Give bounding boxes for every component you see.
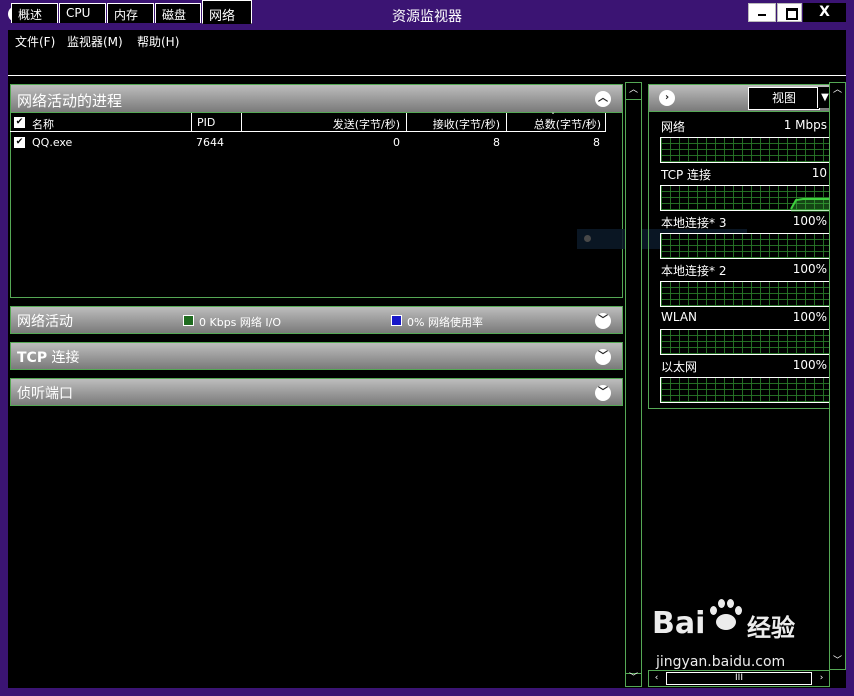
wlan-graph bbox=[660, 329, 830, 355]
process-receive: 8 bbox=[493, 136, 500, 149]
graph-label: 本地连接* 2 bbox=[661, 264, 727, 278]
ghost-dot-icon bbox=[584, 235, 591, 242]
menu-help[interactable]: 帮助(H) bbox=[137, 33, 179, 50]
maximize-button[interactable] bbox=[777, 3, 802, 22]
expand-icon[interactable]: ﹀ bbox=[595, 313, 611, 329]
table-row[interactable]: ✔ QQ.exe 7644 0 8 8 bbox=[10, 135, 610, 151]
menu-file[interactable]: 文件(F) bbox=[15, 33, 55, 50]
menu-bar: 文件(F) 监视器(M) 帮助(H) bbox=[8, 30, 846, 50]
tab-overview[interactable]: 概述 bbox=[11, 3, 58, 23]
legend-usage-text: 0% 网络使用率 bbox=[407, 316, 483, 329]
close-button[interactable]: X bbox=[803, 3, 846, 22]
scroll-up-icon[interactable]: ︿ bbox=[830, 83, 845, 98]
listening-ports-title: 侦听端口 bbox=[17, 386, 73, 402]
tab-network[interactable]: 网络 bbox=[202, 0, 252, 24]
process-send: 0 bbox=[393, 136, 400, 149]
graphs-scrollbar[interactable]: ︿ ﹀ bbox=[829, 82, 846, 670]
legend-usage-swatch bbox=[391, 315, 402, 326]
minimize-button[interactable] bbox=[748, 3, 776, 22]
paw-icon bbox=[707, 598, 742, 632]
process-total: 8 bbox=[593, 136, 600, 149]
expand-icon[interactable]: ﹀ bbox=[595, 385, 611, 401]
local-connection-2-graph bbox=[660, 281, 830, 307]
column-total[interactable]: 总数(字节/秒) bbox=[506, 113, 606, 132]
network-activity-title: 网络活动 bbox=[17, 314, 73, 330]
row-checkbox[interactable]: ✔ bbox=[14, 137, 25, 148]
watermark-brand-left: Bai bbox=[652, 606, 706, 641]
tcp-title-bold: TCP bbox=[17, 350, 48, 366]
local-connection-3-graph bbox=[660, 233, 830, 259]
menu-monitor[interactable]: 监视器(M) bbox=[67, 33, 123, 50]
graphs-header: › 视图 ▼ bbox=[648, 84, 832, 112]
network-graph bbox=[660, 137, 830, 163]
graph-value: 10 bbox=[811, 166, 827, 180]
scroll-right-icon[interactable]: › bbox=[814, 671, 829, 686]
graph-label: 本地连接* 3 bbox=[661, 216, 727, 230]
legend-io-swatch bbox=[183, 315, 194, 326]
scroll-up-icon[interactable]: ︿ bbox=[626, 83, 641, 98]
graph-value: 100% bbox=[792, 262, 827, 276]
listening-ports-header[interactable]: 侦听端口 ﹀ bbox=[10, 378, 623, 406]
tab-cpu[interactable]: CPU bbox=[59, 3, 106, 23]
collapse-panel-icon[interactable]: › bbox=[659, 90, 675, 106]
graph-label: TCP 连接 bbox=[661, 168, 712, 182]
tcp-connections-graph bbox=[660, 185, 831, 212]
graph-value: 1 Mbps bbox=[783, 118, 827, 132]
select-all-checkbox[interactable]: ✔ bbox=[14, 117, 25, 128]
tcp-title-rest: 连接 bbox=[47, 350, 80, 366]
watermark-url: jingyan.baidu.com bbox=[656, 654, 786, 670]
tab-divider bbox=[8, 75, 846, 76]
column-send[interactable]: 发送(字节/秒) bbox=[241, 113, 406, 132]
expand-icon[interactable]: ﹀ bbox=[595, 349, 611, 365]
watermark-brand-right: 经验 bbox=[747, 614, 795, 642]
graph-label: 以太网 bbox=[661, 360, 698, 374]
process-name: QQ.exe bbox=[32, 136, 73, 149]
graph-value: 100% bbox=[792, 358, 827, 372]
scroll-down-icon[interactable]: ﹀ bbox=[626, 671, 641, 686]
network-activity-header[interactable]: 网络活动 0 Kbps 网络 I/O 0% 网络使用率 ﹀ bbox=[10, 306, 623, 334]
column-receive[interactable]: 接收(字节/秒) bbox=[406, 113, 506, 132]
baidu-watermark: Bai 经验 jingyan.baidu.com bbox=[652, 596, 802, 676]
column-pid[interactable]: PID bbox=[191, 113, 241, 132]
view-dropdown[interactable]: 视图 bbox=[748, 87, 820, 110]
column-name[interactable]: ✔ 名称 bbox=[10, 113, 191, 132]
legend-io-text: 0 Kbps 网络 I/O bbox=[199, 316, 282, 329]
sort-indicator-icon: ˇ bbox=[551, 112, 555, 121]
ethernet-graph bbox=[660, 377, 830, 403]
tcp-section-header[interactable]: TCP 连接 ﹀ bbox=[10, 342, 623, 370]
processes-section-header[interactable]: 网络活动的进程 ︿ bbox=[10, 84, 623, 113]
graph-value: 100% bbox=[792, 310, 827, 324]
tcp-graph-line bbox=[790, 198, 831, 212]
tab-disk[interactable]: 磁盘 bbox=[155, 3, 201, 23]
graph-label: 网络 bbox=[661, 120, 686, 134]
column-name-label: 名称 bbox=[32, 118, 54, 131]
processes-title: 网络活动的进程 bbox=[17, 92, 123, 110]
collapse-icon[interactable]: ︿ bbox=[595, 91, 611, 107]
graph-value: 100% bbox=[792, 214, 827, 228]
scroll-down-icon[interactable]: ﹀ bbox=[830, 654, 845, 669]
scroll-track[interactable] bbox=[626, 99, 641, 674]
tab-memory[interactable]: 内存 bbox=[107, 3, 154, 23]
main-scrollbar[interactable]: ︿ ﹀ bbox=[625, 82, 642, 687]
graph-label: WLAN bbox=[661, 310, 698, 324]
tcp-title: TCP 连接 bbox=[17, 347, 80, 367]
process-pid: 7644 bbox=[196, 136, 224, 149]
